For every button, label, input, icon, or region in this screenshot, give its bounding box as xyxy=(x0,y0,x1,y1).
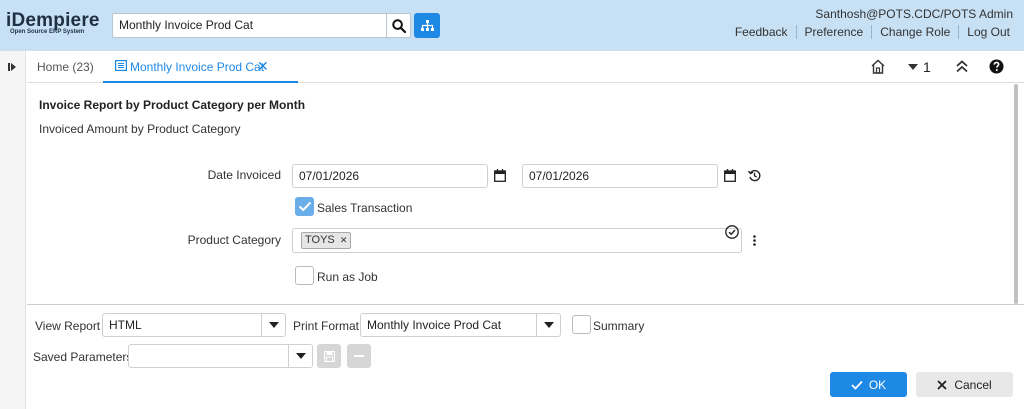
ok-button[interactable]: OK xyxy=(830,372,907,397)
view-report-value: HTML xyxy=(109,318,142,332)
summary-label: Summary xyxy=(593,319,645,333)
search-icon xyxy=(391,18,406,33)
report-options-bar: View Report HTML Print Format Monthly In… xyxy=(27,304,1024,409)
caret-down-icon xyxy=(295,353,306,359)
menu-tree-button[interactable] xyxy=(414,13,440,38)
cancel-label: Cancel xyxy=(954,377,992,392)
product-category-chip[interactable]: TOYS ✕ xyxy=(301,232,352,249)
feedback-link[interactable]: Feedback xyxy=(727,25,796,39)
sitemap-icon xyxy=(420,19,434,31)
dropdown-button[interactable] xyxy=(288,345,312,367)
window-tabs: Home (23) Monthly Invoice Prod Cat ✕ 1 xyxy=(27,51,1024,83)
check-icon xyxy=(298,201,311,212)
delete-parameters-button[interactable] xyxy=(347,344,371,368)
help-icon[interactable] xyxy=(989,59,1004,77)
caret-down-icon xyxy=(268,322,279,328)
global-search-input[interactable]: Monthly Invoice Prod Cat xyxy=(112,13,410,38)
cancel-button[interactable]: Cancel xyxy=(916,372,1013,397)
history-icon[interactable] xyxy=(747,169,761,185)
date-invoiced-from-field[interactable]: 07/01/2026 xyxy=(292,164,488,188)
top-nav: Feedback Preference Change Role Log Out xyxy=(727,25,1018,39)
chip-label: TOYS xyxy=(305,234,335,246)
print-format-label: Print Format xyxy=(293,319,360,333)
idempiere-logo[interactable]: iDempiere Open Source ERP System xyxy=(6,11,109,37)
print-format-select[interactable]: Monthly Invoice Prod Cat xyxy=(360,313,561,337)
save-parameters-button[interactable] xyxy=(317,344,341,368)
process-parameter-panel: Invoice Report by Product Category per M… xyxy=(27,84,1018,303)
caret-down-icon xyxy=(543,322,554,328)
search-button[interactable] xyxy=(386,13,411,38)
change-role-link[interactable]: Change Role xyxy=(871,25,958,39)
report-icon xyxy=(115,60,128,74)
tab-label: Monthly Invoice Prod Cat xyxy=(130,60,265,74)
tab-home[interactable]: Home (23) xyxy=(37,60,94,74)
date-invoiced-to-field[interactable]: 07/01/2026 xyxy=(522,164,718,188)
sales-transaction-label: Sales Transaction xyxy=(317,201,413,215)
expand-panel-icon[interactable] xyxy=(8,61,17,75)
logo-text: iDempiere xyxy=(6,10,100,31)
check-circle-icon[interactable] xyxy=(725,225,739,242)
check-icon xyxy=(851,380,863,390)
collapse-header-icon[interactable] xyxy=(955,60,969,76)
vertical-scrollbar[interactable] xyxy=(1014,84,1018,304)
ok-label: OK xyxy=(868,377,887,392)
process-description: Invoiced Amount by Product Category xyxy=(39,122,241,136)
side-panel-collapsed xyxy=(0,51,26,409)
window-list-dropdown[interactable]: 1 xyxy=(908,59,938,75)
home-icon[interactable] xyxy=(870,59,886,77)
run-as-job-checkbox[interactable] xyxy=(295,266,314,285)
view-report-select[interactable]: HTML xyxy=(102,313,286,337)
preference-link[interactable]: Preference xyxy=(795,25,872,39)
close-tab-icon[interactable]: ✕ xyxy=(257,58,269,75)
save-icon xyxy=(323,350,335,362)
user-info[interactable]: Santhosh@POTS.CDC/POTS Admin xyxy=(815,7,1013,21)
product-category-field[interactable]: TOYS ✕ xyxy=(292,228,742,253)
process-title: Invoice Report by Product Category per M… xyxy=(39,98,306,112)
print-format-value: Monthly Invoice Prod Cat xyxy=(367,318,502,332)
chip-remove-icon[interactable]: ✕ xyxy=(340,235,348,245)
calendar-icon[interactable] xyxy=(724,169,736,185)
dropdown-button[interactable] xyxy=(261,314,285,336)
more-options-icon[interactable] xyxy=(753,235,756,249)
calendar-icon[interactable] xyxy=(494,169,506,185)
summary-checkbox[interactable] xyxy=(572,315,591,334)
view-report-label: View Report xyxy=(35,319,101,333)
run-as-job-label: Run as Job xyxy=(317,270,378,284)
logo-subtitle: Open Source ERP System xyxy=(10,29,85,35)
date-invoiced-label: Date Invoiced xyxy=(207,168,281,182)
product-category-label: Product Category xyxy=(187,233,281,247)
tab-monthly-invoice-prod-cat[interactable]: Monthly Invoice Prod Cat ✕ xyxy=(103,51,298,83)
caret-down-icon xyxy=(908,64,918,70)
saved-parameters-select[interactable] xyxy=(128,344,313,368)
app-header: iDempiere Open Source ERP System Monthly… xyxy=(0,0,1024,51)
window-count: 1 xyxy=(923,59,931,75)
minus-icon xyxy=(354,355,364,357)
log-out-link[interactable]: Log Out xyxy=(958,25,1018,39)
tab-toolbar: 1 xyxy=(854,59,1024,79)
close-icon xyxy=(937,379,947,390)
saved-parameters-label: Saved Parameters xyxy=(33,350,133,364)
sales-transaction-checkbox[interactable] xyxy=(295,197,314,216)
dropdown-button[interactable] xyxy=(536,314,560,336)
